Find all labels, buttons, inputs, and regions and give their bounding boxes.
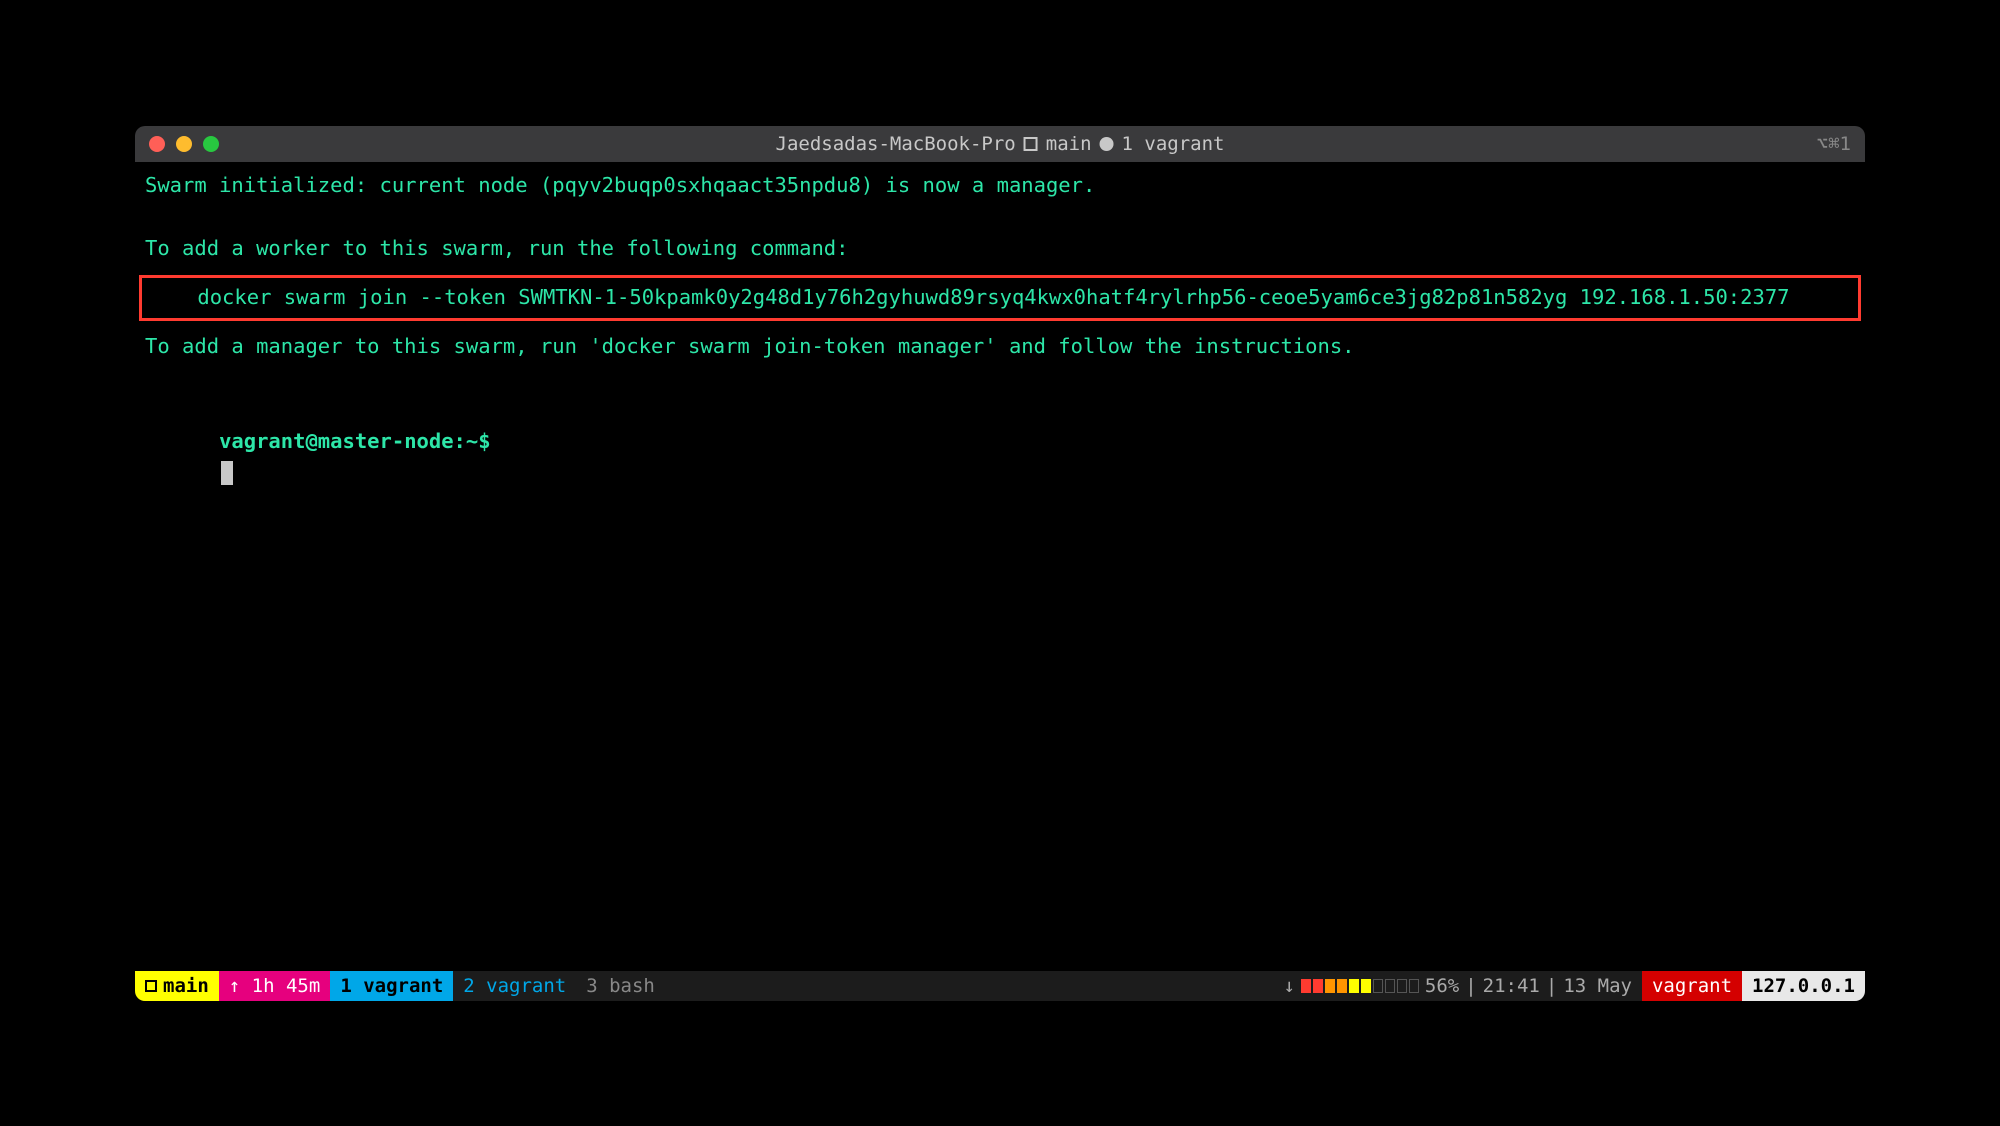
separator: | <box>1465 975 1476 997</box>
highlight-annotation: docker swarm join --token SWMTKN-1-50kpa… <box>139 275 1861 321</box>
minimize-button[interactable] <box>176 136 192 152</box>
separator: | <box>1546 975 1557 997</box>
session-icon <box>1024 137 1038 151</box>
status-user-label: vagrant <box>1652 975 1732 997</box>
tmux-statusbar: main ↑ 1h 45m 1 vagrant 2 vagrant 3 bash… <box>135 971 1865 1001</box>
status-session-label: main <box>163 975 209 997</box>
status-user: vagrant <box>1642 971 1742 1001</box>
shell-prompt: vagrant@master-node:~$ <box>219 429 491 453</box>
swarm-join-command: docker swarm join --token SWMTKN-1-50kpa… <box>148 282 1852 314</box>
status-ip-label: 127.0.0.1 <box>1752 975 1855 997</box>
uptime-value: 1h 45m <box>252 975 321 997</box>
output-line: To add a manager to this swarm, run 'doc… <box>145 331 1855 363</box>
window-1-label: 1 vagrant <box>340 975 443 997</box>
status-ip: 127.0.0.1 <box>1742 971 1865 1001</box>
window-title: Jaedsadas-MacBook-Pro main 1 vagrant <box>776 133 1225 155</box>
status-time: 21:41 <box>1483 975 1540 997</box>
status-window-1[interactable]: 1 vagrant <box>330 971 453 1001</box>
status-session[interactable]: main <box>135 971 219 1001</box>
output-blank <box>145 201 1855 233</box>
output-line: Swarm initialized: current node (pqyv2bu… <box>145 170 1855 202</box>
fullscreen-button[interactable] <box>203 136 219 152</box>
download-arrow-icon: ↓ <box>1283 975 1294 997</box>
title-session: main <box>1046 133 1092 155</box>
output-blank <box>145 362 1855 394</box>
terminal-body[interactable]: Swarm initialized: current node (pqyv2bu… <box>135 162 1865 971</box>
status-right: ↓ 56% | 21:41 | 13 May <box>1273 971 1642 1001</box>
titlebar: Jaedsadas-MacBook-Pro main 1 vagrant ⌥⌘1 <box>135 126 1865 162</box>
shortcut-hint: ⌥⌘1 <box>1817 133 1851 155</box>
window-dot-icon <box>1100 137 1114 151</box>
traffic-lights <box>149 136 219 152</box>
uptime-arrow-icon: ↑ <box>229 975 240 997</box>
status-window-2[interactable]: 2 vagrant <box>453 971 576 1001</box>
output-line: To add a worker to this swarm, run the f… <box>145 233 1855 265</box>
terminal-window: Jaedsadas-MacBook-Pro main 1 vagrant ⌥⌘1… <box>135 126 1865 1001</box>
session-square-icon <box>145 980 157 992</box>
title-hostname: Jaedsadas-MacBook-Pro <box>776 133 1016 155</box>
close-button[interactable] <box>149 136 165 152</box>
title-window: 1 vagrant <box>1122 133 1225 155</box>
window-2-label: 2 vagrant <box>463 975 566 997</box>
battery-percent: 56% <box>1425 975 1459 997</box>
battery-bar-icon <box>1301 979 1419 993</box>
window-3-label: 3 bash <box>586 975 655 997</box>
prompt-line: vagrant@master-node:~$ <box>145 394 1855 521</box>
status-date: 13 May <box>1563 975 1632 997</box>
cursor-icon <box>221 461 233 485</box>
status-uptime: ↑ 1h 45m <box>219 971 331 1001</box>
status-window-3[interactable]: 3 bash <box>576 971 665 1001</box>
status-spacer <box>665 971 1274 1001</box>
